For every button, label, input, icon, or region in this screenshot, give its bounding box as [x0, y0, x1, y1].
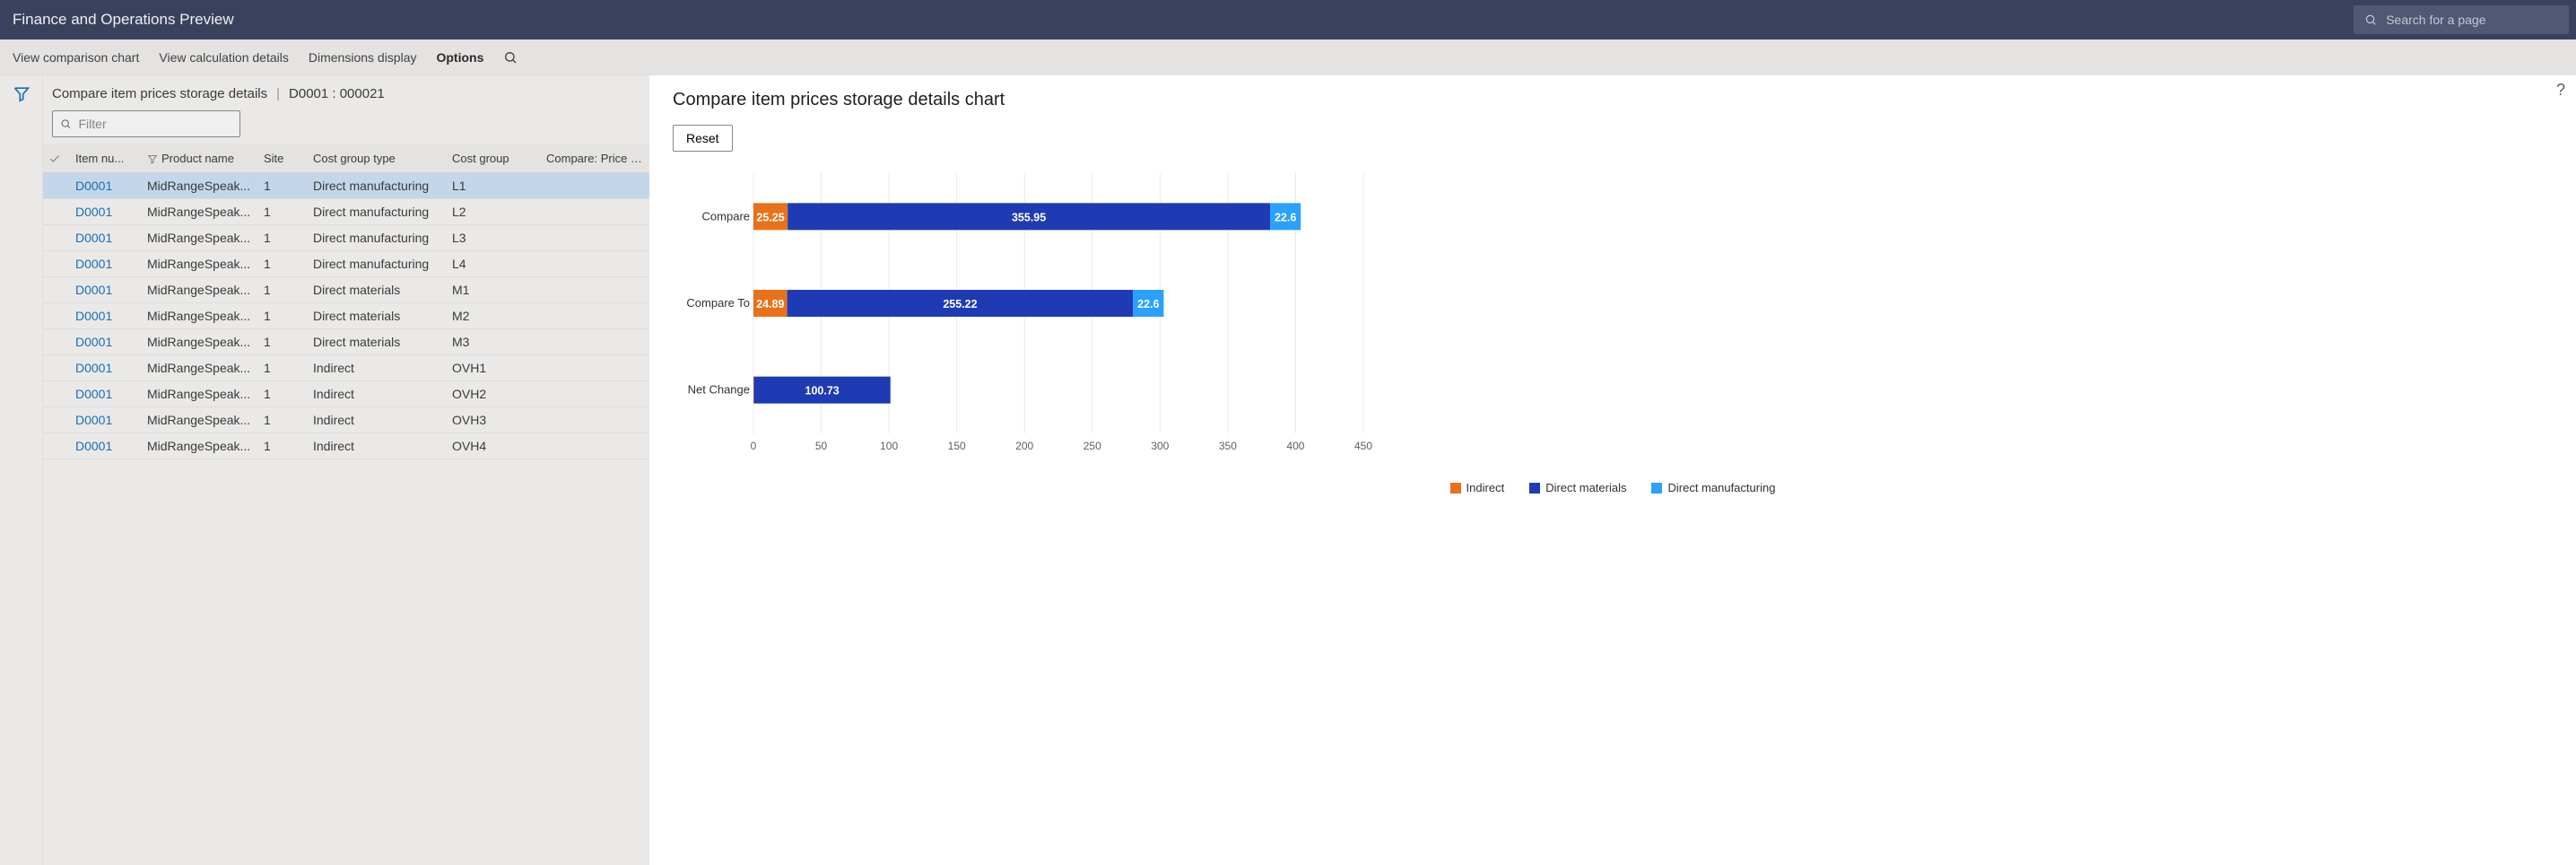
svg-text:300: 300	[1151, 440, 1169, 452]
chart: 0 50 100 150 200 250 300 350 400 450 Compare 25.25 3…	[673, 164, 2553, 494]
col-product[interactable]: Product name	[142, 144, 258, 173]
svg-text:24.89: 24.89	[756, 298, 784, 310]
stacked-bar-chart: 0 50 100 150 200 250 300 350 400 450 Compare 25.25 3…	[673, 164, 1372, 469]
legend-item[interactable]: Direct materials	[1529, 481, 1626, 494]
chart-legend: Indirect Direct materials Direct manufactu…	[673, 481, 2553, 494]
table-row[interactable]: D0001MidRangeSpeak...1Direct materialsM1	[43, 277, 649, 303]
svg-text:Net Change: Net Change	[688, 383, 750, 397]
col-site[interactable]: Site	[258, 144, 308, 173]
cmd-options[interactable]: Options	[436, 50, 483, 65]
check-icon	[48, 153, 61, 165]
breadcrumb: Compare item prices storage details | D0…	[43, 75, 649, 110]
table-row[interactable]: D0001MidRangeSpeak...1IndirectOVH2	[43, 381, 649, 407]
filter-icon	[147, 153, 158, 164]
svg-text:22.6: 22.6	[1275, 211, 1296, 223]
legend-item[interactable]: Indirect	[1450, 481, 1505, 494]
svg-text:25.25: 25.25	[756, 211, 784, 223]
panel-title: Compare item prices storage details char…	[673, 90, 2553, 110]
svg-text:250: 250	[1083, 440, 1101, 452]
col-cgroup[interactable]: Cost group	[447, 144, 541, 173]
svg-text:100.73: 100.73	[805, 385, 840, 398]
svg-text:50: 50	[815, 440, 828, 452]
cmd-view-chart[interactable]: View comparison chart	[13, 50, 139, 65]
table-row[interactable]: D0001MidRangeSpeak...1IndirectOVH4	[43, 433, 649, 459]
grid-filter-input[interactable]	[79, 117, 233, 131]
table-row[interactable]: D0001MidRangeSpeak...1Direct manufacturi…	[43, 173, 649, 199]
cmd-dimensions[interactable]: Dimensions display	[309, 50, 417, 65]
svg-text:200: 200	[1015, 440, 1033, 452]
reset-button[interactable]: Reset	[673, 125, 733, 152]
cmd-search-icon[interactable]	[503, 50, 518, 65]
app-title: Finance and Operations Preview	[0, 11, 247, 29]
svg-text:Compare To: Compare To	[686, 296, 750, 310]
table-row[interactable]: D0001MidRangeSpeak...1IndirectOVH3	[43, 407, 649, 433]
chart-pane: ? Compare item prices storage details ch…	[649, 75, 2576, 865]
filter-pane-icon[interactable]	[13, 84, 30, 105]
legend-item[interactable]: Direct manufacturing	[1651, 481, 1775, 494]
svg-text:450: 450	[1354, 440, 1372, 452]
svg-text:Compare: Compare	[702, 209, 750, 223]
app-titlebar: Finance and Operations Preview	[0, 0, 2576, 39]
grid-filter[interactable]	[52, 110, 240, 137]
svg-text:0: 0	[751, 440, 757, 452]
table-row[interactable]: D0001MidRangeSpeak...1Direct manufacturi…	[43, 199, 649, 225]
col-cgtype[interactable]: Cost group type	[308, 144, 447, 173]
table-row[interactable]: D0001MidRangeSpeak...1Direct materialsM2	[43, 303, 649, 329]
svg-text:355.95: 355.95	[1012, 211, 1046, 223]
details-grid[interactable]: Item nu... Product name Site Cost group …	[43, 144, 649, 459]
svg-text:150: 150	[948, 440, 966, 452]
col-compareqty[interactable]: Compare: Price qu...	[541, 144, 649, 173]
svg-text:22.6: 22.6	[1137, 298, 1159, 310]
table-row[interactable]: D0001MidRangeSpeak...1Direct manufacturi…	[43, 251, 649, 277]
svg-text:350: 350	[1219, 440, 1237, 452]
table-row[interactable]: D0001MidRangeSpeak...1Direct manufacturi…	[43, 225, 649, 251]
search-icon	[60, 118, 72, 130]
command-bar: View comparison chart View calculation d…	[0, 39, 2576, 75]
cmd-view-calc[interactable]: View calculation details	[159, 50, 289, 65]
global-search[interactable]	[2354, 5, 2569, 34]
breadcrumb-page: Compare item prices storage details	[52, 86, 267, 101]
col-select[interactable]	[43, 144, 70, 173]
svg-text:255.22: 255.22	[943, 298, 977, 310]
left-rail	[0, 75, 43, 865]
search-icon	[2364, 13, 2377, 27]
global-search-input[interactable]	[2386, 13, 2558, 27]
svg-text:400: 400	[1286, 440, 1304, 452]
col-item[interactable]: Item nu...	[70, 144, 142, 173]
table-row[interactable]: D0001MidRangeSpeak...1IndirectOVH1	[43, 355, 649, 381]
help-icon[interactable]: ?	[2556, 81, 2565, 100]
svg-text:100: 100	[880, 440, 898, 452]
table-row[interactable]: D0001MidRangeSpeak...1Direct materialsM3	[43, 329, 649, 355]
grid-pane: Compare item prices storage details | D0…	[43, 75, 649, 865]
breadcrumb-record: D0001 : 000021	[289, 86, 385, 101]
